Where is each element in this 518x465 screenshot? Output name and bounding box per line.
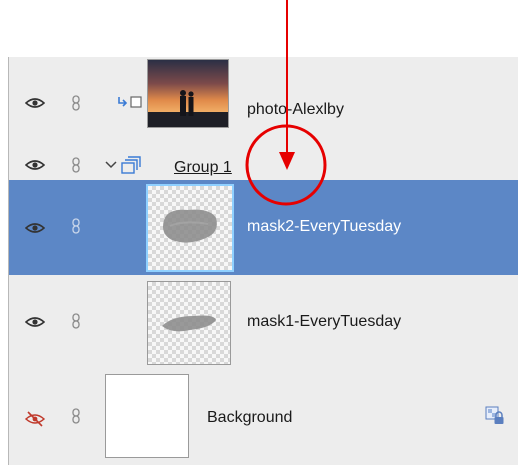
- lock-icon[interactable]: [485, 406, 505, 426]
- chain-link-icon[interactable]: [71, 95, 81, 111]
- chain-link-icon[interactable]: [71, 408, 81, 424]
- layer-name-mask2[interactable]: mask2-EveryTuesday: [247, 218, 401, 236]
- layer-name-mask1[interactable]: mask1-EveryTuesday: [247, 313, 401, 331]
- eye-icon[interactable]: [25, 316, 45, 328]
- layer-name-photo[interactable]: photo-Alexlby: [247, 101, 344, 119]
- layer-thumbnail-mask2[interactable]: [146, 184, 234, 272]
- layer-row-mask1[interactable]: mask1-EveryTuesday: [9, 275, 518, 369]
- layer-thumbnail-background[interactable]: [105, 374, 189, 458]
- layer-name-group[interactable]: Group 1: [174, 159, 232, 177]
- chevron-down-icon[interactable]: [105, 161, 117, 169]
- chain-link-icon[interactable]: [71, 157, 81, 173]
- chain-link-icon[interactable]: [71, 218, 81, 234]
- sunset-couple-photo: [148, 60, 228, 127]
- eye-icon[interactable]: [25, 159, 45, 171]
- clipping-mask-icon: [118, 96, 142, 108]
- layers-panel: photo-Alexlby Group 1 mask2-EveryTuesday…: [8, 57, 518, 465]
- chain-link-icon[interactable]: [71, 313, 81, 329]
- layer-name-background[interactable]: Background: [207, 409, 292, 427]
- gray-brush-stroke-mask: [163, 209, 217, 243]
- layer-row-group[interactable]: Group 1: [9, 150, 518, 181]
- layer-row-background[interactable]: Background: [9, 368, 518, 465]
- layer-thumbnail-photo[interactable]: [147, 59, 229, 128]
- layer-thumbnail-mask1[interactable]: [147, 281, 231, 365]
- folder-group-icon: [121, 156, 141, 174]
- gray-brush-stroke-mask: [162, 315, 216, 332]
- layer-row-photo[interactable]: photo-Alexlby: [9, 57, 518, 151]
- eye-icon[interactable]: [25, 222, 45, 234]
- eye-slash-icon[interactable]: [24, 411, 46, 427]
- layer-row-mask2[interactable]: mask2-EveryTuesday: [9, 180, 518, 276]
- eye-icon[interactable]: [25, 97, 45, 109]
